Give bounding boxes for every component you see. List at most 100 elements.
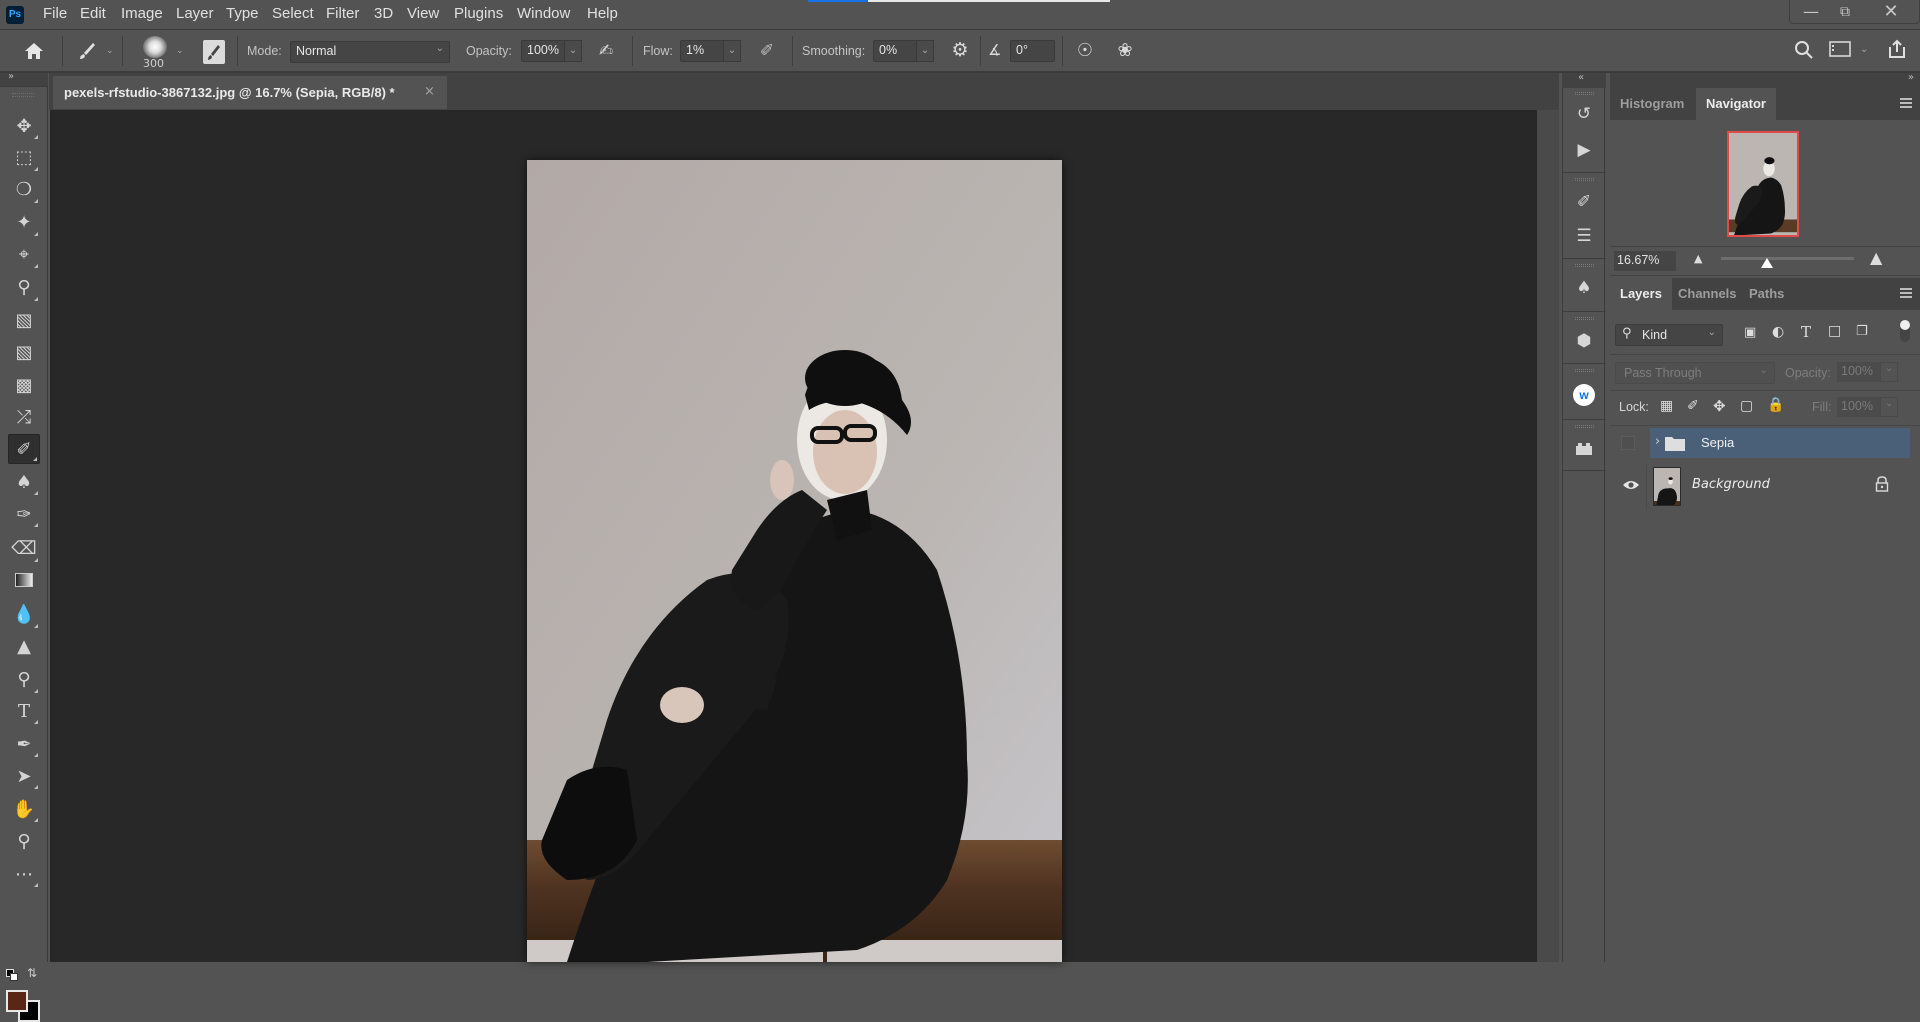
mode-select[interactable]: Normal ⌄ <box>290 41 450 63</box>
menu-view[interactable]: View <box>407 5 439 22</box>
symmetry-button[interactable]: ❀ <box>1112 40 1138 64</box>
tool-blur[interactable]: 💧 <box>8 600 40 630</box>
tool-clone-stamp[interactable]: ♠ <box>8 467 40 497</box>
strip-grip[interactable] <box>1575 369 1594 372</box>
lock-all-button[interactable]: 🔒 <box>1767 397 1784 413</box>
menu-type[interactable]: Type <box>226 5 259 22</box>
tool-type[interactable]: T <box>8 696 40 726</box>
tab-layers[interactable]: Layers <box>1610 278 1672 310</box>
strip-grip[interactable] <box>1575 425 1594 428</box>
panel-menu-icon[interactable] <box>1900 98 1912 108</box>
zoom-slider-handle[interactable] <box>1761 258 1774 268</box>
pressure-size-button[interactable]: ☉ <box>1072 40 1098 64</box>
lock-transparent-button[interactable]: ▦ <box>1660 398 1673 414</box>
lock-image-button[interactable]: ✐ <box>1687 398 1699 414</box>
clone-source-panel-button[interactable]: ♠ <box>1569 274 1599 302</box>
plugins-panel-button[interactable] <box>1569 435 1599 463</box>
share-button[interactable] <box>1884 38 1910 64</box>
tool-eyedropper[interactable]: ⚲ <box>8 273 40 303</box>
brush-settings-toggle[interactable] <box>203 40 225 64</box>
tool-pen[interactable]: ✒ <box>8 729 40 759</box>
tool-more[interactable]: ⋯ <box>8 859 40 889</box>
tab-navigator[interactable]: Navigator <box>1696 88 1776 120</box>
tool-path-selection[interactable]: ➤ <box>8 761 40 791</box>
tool-brush[interactable]: ✐ <box>8 434 40 465</box>
tab-channels[interactable]: Channels <box>1668 278 1747 310</box>
menu-plugins[interactable]: Plugins <box>454 5 503 22</box>
swap-colors-button[interactable]: ⇅ <box>27 966 37 980</box>
zoom-out-button[interactable]: ▲ <box>1694 252 1702 265</box>
pressure-opacity-button[interactable]: ✍ <box>594 41 618 63</box>
angle-input[interactable]: 0° <box>1010 40 1055 62</box>
expand-group-chevron-icon[interactable]: › <box>1655 434 1660 449</box>
tool-rectangular-marquee[interactable]: ⬚ <box>8 143 40 173</box>
lock-position-button[interactable]: ✥ <box>1713 397 1726 415</box>
foreground-color-swatch[interactable] <box>6 990 28 1012</box>
tool-zoom[interactable]: ⚲ <box>8 826 40 856</box>
expand-panels-icon[interactable]: » <box>1908 72 1914 83</box>
history-panel-button[interactable]: ↺ <box>1569 100 1599 128</box>
layer-row-background[interactable]: Background <box>1610 464 1910 509</box>
panel-menu-icon[interactable] <box>1900 288 1912 298</box>
navigator-view-box[interactable] <box>1727 131 1799 237</box>
workspace-button[interactable] <box>1828 40 1852 62</box>
opacity-input[interactable]: 100% <box>521 40 565 62</box>
tool-hand[interactable]: ✋ <box>8 794 40 824</box>
document-image[interactable] <box>527 160 1062 962</box>
flow-dropdown[interactable]: ⌄ <box>723 40 741 62</box>
tool-sharpen[interactable]: ▲ <box>8 632 40 662</box>
strip-grip[interactable] <box>1575 264 1594 267</box>
airbrush-button[interactable]: ✐ <box>755 41 779 63</box>
tool-lasso[interactable]: ❍ <box>8 175 40 205</box>
menu-image[interactable]: Image <box>121 5 163 22</box>
filter-smart-object-button[interactable]: ❐ <box>1856 324 1868 339</box>
menu-select[interactable]: Select <box>272 5 314 22</box>
brushes-panel-button[interactable]: ☰ <box>1569 222 1599 250</box>
default-colors-button[interactable] <box>6 969 18 981</box>
filter-type-button[interactable]: T <box>1801 323 1811 341</box>
restore-button[interactable]: ⧉ <box>1828 0 1862 24</box>
tool-preset-picker[interactable] <box>74 40 100 64</box>
document-tab[interactable]: pexels-rfstudio-3867132.jpg @ 16.7% (Sep… <box>52 75 448 109</box>
tab-paths[interactable]: Paths <box>1739 278 1794 310</box>
tool-spot-healing-brush[interactable]: ▧ <box>8 306 40 336</box>
3d-panel-button[interactable]: ⬢ <box>1569 327 1599 355</box>
strip-grip[interactable] <box>1575 178 1594 181</box>
close-window-button[interactable]: ✕ <box>1874 0 1908 24</box>
tool-patch[interactable]: ▩ <box>8 371 40 401</box>
close-tab-button[interactable]: × <box>424 84 435 99</box>
tab-histogram[interactable]: Histogram <box>1610 88 1694 120</box>
tool-healing-brush[interactable]: ▧ <box>8 338 40 368</box>
brush-settings-panel-button[interactable]: ✐ <box>1569 188 1599 216</box>
strip-grip[interactable] <box>1575 92 1594 95</box>
menu-file[interactable]: File <box>43 5 67 22</box>
chevron-down-icon[interactable]: ⌄ <box>176 46 184 56</box>
brush-preset-picker[interactable] <box>143 36 167 58</box>
home-button[interactable] <box>20 40 48 64</box>
tool-content-aware-move[interactable]: ⤮ <box>8 403 40 433</box>
smoothing-input[interactable]: 0% <box>873 40 917 62</box>
toolbar-grip[interactable] <box>12 93 34 97</box>
menu-layer[interactable]: Layer <box>176 5 214 22</box>
eye-icon[interactable] <box>1622 479 1640 491</box>
zoom-in-button[interactable]: ▲ <box>1870 248 1882 267</box>
filter-pixel-button[interactable]: ▣ <box>1744 325 1756 340</box>
opacity-dropdown[interactable]: ⌄ <box>564 40 582 62</box>
smoothing-dropdown[interactable]: ⌄ <box>916 40 934 62</box>
search-button[interactable] <box>1792 39 1816 63</box>
navigator-zoom-input[interactable]: 16.67% <box>1614 251 1676 271</box>
vertical-divider[interactable] <box>1537 110 1559 962</box>
layer-filter-select[interactable]: ⚲ Kind ⌄ <box>1615 324 1723 346</box>
tool-magic-wand[interactable]: ✦ <box>8 208 40 238</box>
minimize-button[interactable]: — <box>1794 0 1828 24</box>
menu-edit[interactable]: Edit <box>80 5 106 22</box>
workspace-chevron-icon[interactable]: ⌄ <box>1860 44 1868 55</box>
tool-gradient[interactable] <box>8 565 40 595</box>
lock-artboard-button[interactable]: ▢ <box>1740 398 1753 414</box>
navigator-zoom-slider[interactable] <box>1721 257 1854 260</box>
menu-window[interactable]: Window <box>517 5 570 22</box>
filter-toggle[interactable] <box>1900 320 1910 342</box>
collapse-panels-icon[interactable]: « <box>1578 72 1584 83</box>
tool-move[interactable]: ✥ <box>8 111 40 141</box>
smoothing-options-button[interactable]: ⚙ <box>948 39 972 63</box>
